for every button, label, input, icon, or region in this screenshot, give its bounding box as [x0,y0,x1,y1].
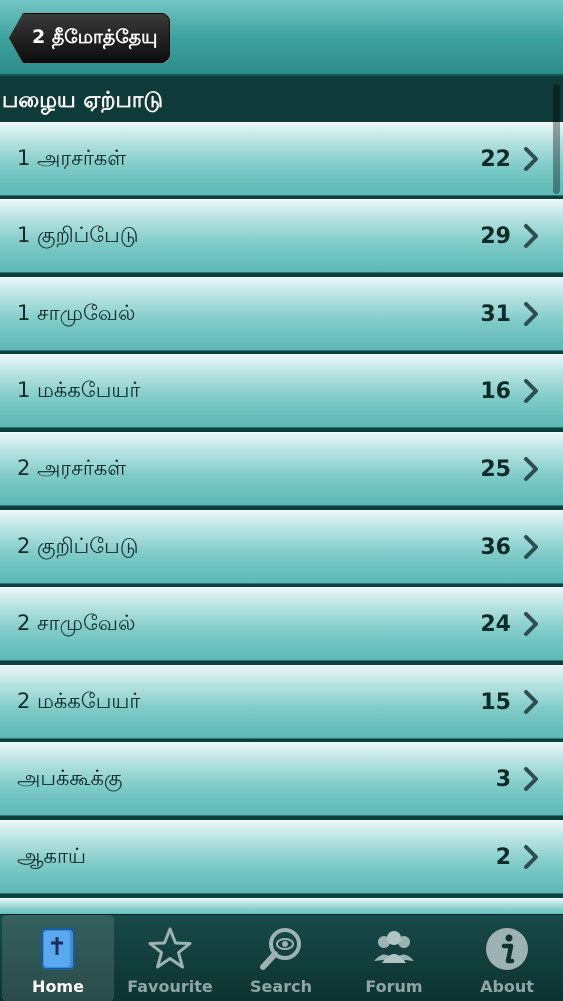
book-name: 1 குறிப்பேடு [17,222,139,247]
chevron-right-icon [524,224,538,248]
scrollbar[interactable] [553,84,560,194]
chevron-right-icon [524,457,538,481]
tab-favourite[interactable]: Favourite [114,915,226,1001]
search-icon [260,928,301,970]
chapter-count: 22 [480,146,511,172]
list-item[interactable]: 2 குறிப்பேடு 36 [0,510,563,584]
info-icon [486,928,528,970]
tab-label: Favourite [127,977,213,996]
chapter-count: 2 [495,844,511,870]
chapter-count: 29 [480,223,511,249]
tab-label: Forum [365,977,423,996]
section-header: பழைய ஏற்பாடு [0,80,563,124]
chapter-count: 15 [480,689,511,715]
chevron-right-icon [524,147,538,171]
chevron-right-icon [524,612,538,636]
book-name: ஆகாய் [17,843,86,868]
tab-label: Home [32,977,84,996]
list-item[interactable]: 2 அரசர்கள் 25 [0,432,563,506]
list-item[interactable]: 1 சாமுவேல் 31 [0,277,563,351]
back-button[interactable]: 2 தீமோத்தேயு [9,13,170,63]
book-name: 1 அரசர்கள் [17,145,127,170]
list-item[interactable]: 1 மக்கபேயர் 16 [0,354,563,428]
book-name: 2 குறிப்பேடு [17,533,139,558]
star-icon [148,927,192,969]
tab-label: About [480,977,534,996]
book-name: 1 சாமுவேல் [17,300,136,325]
chevron-right-icon [524,767,538,791]
chapter-count: 24 [480,611,511,637]
book-name: அபக்கூக்கு [17,765,123,790]
list-item[interactable]: 1 அரசர்கள் 22 [0,122,563,196]
book-name: 2 மக்கபேயர் [17,688,141,713]
chevron-right-icon [524,379,538,403]
chevron-right-icon [524,302,538,326]
list-item[interactable]: 2 சாமுவேல் 24 [0,587,563,661]
tab-home[interactable]: Home [2,915,114,1001]
chapter-count: 3 [495,766,511,792]
list-item[interactable]: 2 மக்கபேயர் 15 [0,665,563,739]
chapter-count: 31 [480,301,511,327]
tab-forum[interactable]: Forum [338,915,450,1001]
chapter-count: 25 [480,456,511,482]
tab-search[interactable]: Search [225,915,337,1001]
bible-icon [41,928,75,970]
book-name: 2 சாமுவேல் [17,610,136,635]
chapter-count: 16 [480,378,511,404]
tab-label: Search [250,977,312,996]
tab-bar: Home Favourite Search Forum About [0,914,563,1001]
book-name: 1 மக்கபேயர் [17,377,141,402]
list-item[interactable]: ஆகாய் 2 [0,820,563,894]
tab-about[interactable]: About [451,915,563,1001]
back-button-label: 2 தீமோத்தேயு [32,25,158,48]
list-item[interactable]: 1 குறிப்பேடு 29 [0,199,563,273]
section-title: பழைய ஏற்பாடு [2,88,164,113]
book-name: 2 அரசர்கள் [17,455,127,480]
chapter-count: 36 [480,534,511,560]
chevron-right-icon [524,690,538,714]
chevron-right-icon [524,845,538,869]
chevron-right-icon [524,535,538,559]
people-icon [374,931,414,963]
nav-bar: 2 தீமோத்தேயு [0,0,563,76]
list-item[interactable]: அபக்கூக்கு 3 [0,742,563,816]
